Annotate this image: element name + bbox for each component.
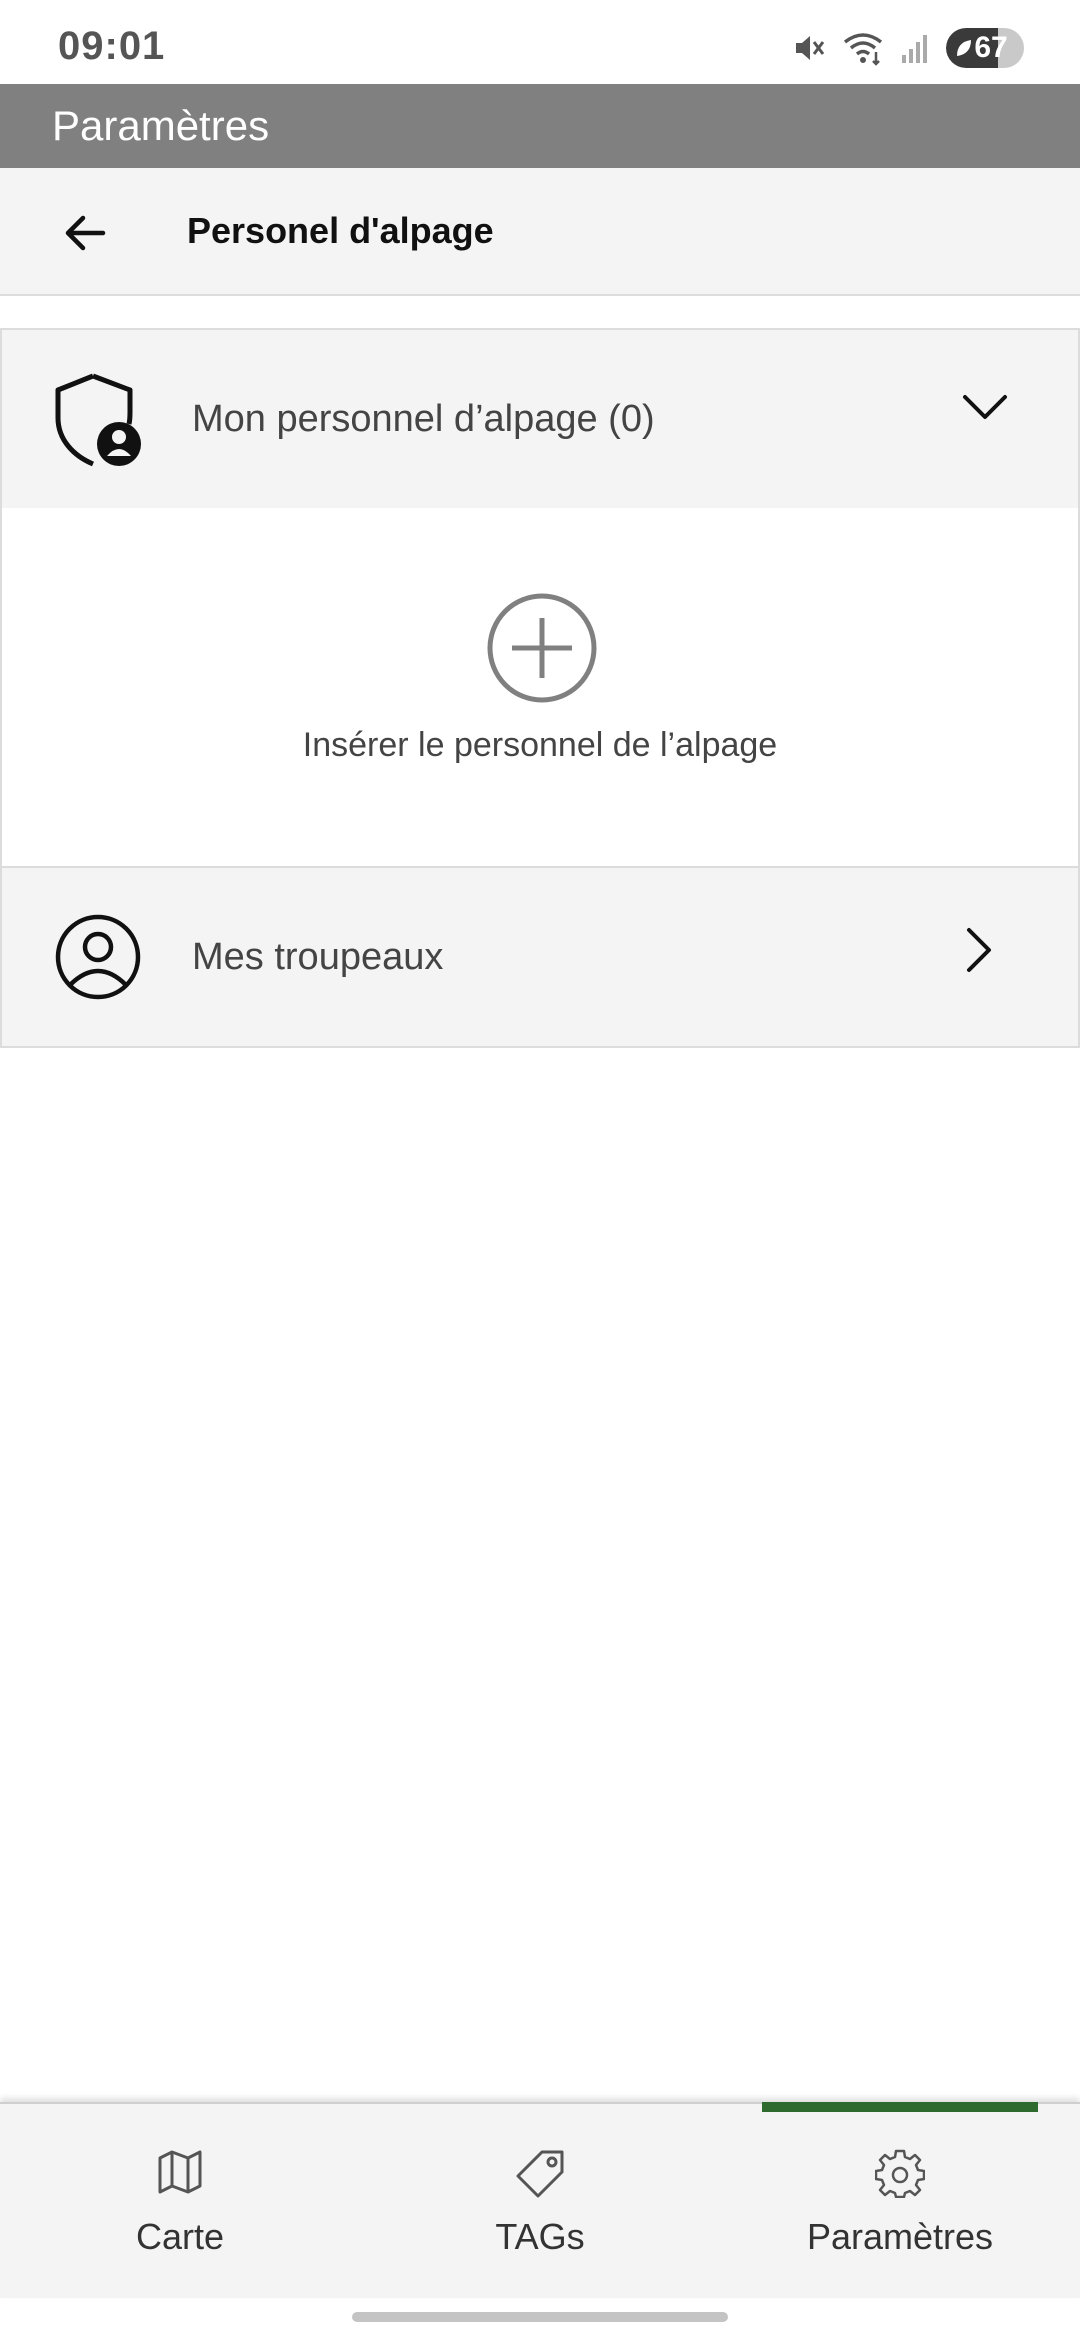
back-button[interactable] [50,198,120,268]
add-staff-button[interactable] [486,592,598,704]
active-tab-indicator [762,2102,1038,2112]
nav-item-parametres[interactable]: Paramètres [720,2104,1080,2300]
nav-item-tags[interactable]: TAGs [360,2104,720,2300]
app-header: Paramètres [0,84,1080,168]
staff-expanded-panel: Insérer le personnel de l’alpage [0,508,1080,866]
app-title: Paramètres [52,102,270,149]
plus-circle-icon [487,593,597,703]
chevron-down-icon [962,392,1008,427]
shield-person-icon [54,372,146,473]
battery-icon: 67 [946,28,1024,68]
signal-icon [900,31,930,65]
nav-label-carte: Carte [135,2216,225,2257]
section-herds-label: Mes troupeaux [192,936,444,978]
nav-item-carte[interactable]: Carte [0,2104,360,2300]
bottom-nav: Carte TAGs Paramètres [0,2102,1080,2298]
nav-label-parametres: Paramètres [806,2216,994,2257]
status-bar: 09:01 67 [0,0,1080,84]
sub-header: Personel d'alpage [0,168,1080,296]
add-staff-label[interactable]: Insérer le personnel de l’alpage [2,726,1078,765]
status-icons: 67 [792,26,1024,70]
map-icon [156,2148,204,2201]
tag-icon [514,2148,566,2205]
section-staff-label: Mon personnel d’alpage (0) [192,398,655,440]
section-herds-row[interactable]: Mes troupeaux [0,866,1080,1048]
battery-percentage: 67 [974,31,1008,64]
user-circle-icon [54,913,142,1006]
chevron-right-icon [964,926,994,979]
gear-icon [874,2148,926,2203]
section-staff-header[interactable]: Mon personnel d’alpage (0) [0,328,1080,508]
nav-label-tags: TAGs [495,2216,585,2257]
mute-icon [792,31,826,65]
page-title: Personel d'alpage [187,210,494,251]
arrow-left-icon [65,215,106,251]
status-time: 09:01 [58,24,166,68]
wifi-icon [842,30,884,66]
home-indicator[interactable] [352,2312,728,2322]
